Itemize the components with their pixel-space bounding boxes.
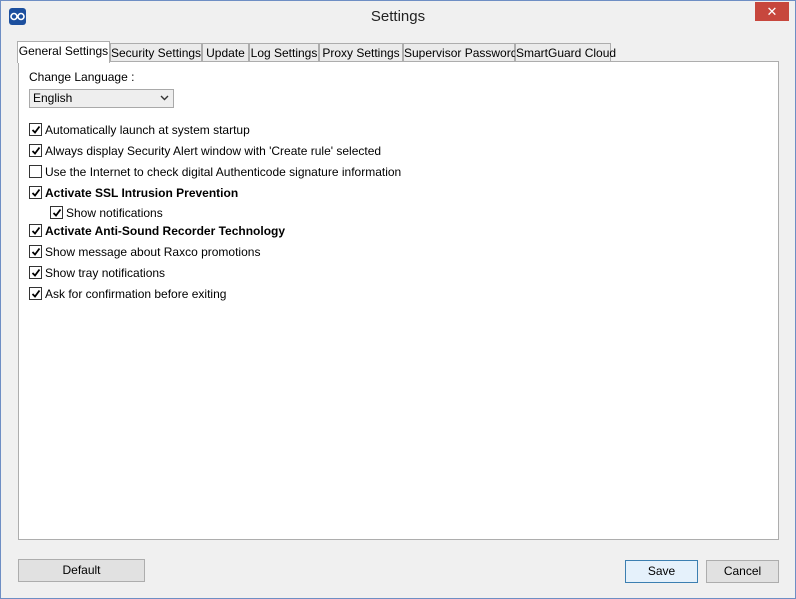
tray-notifications-label: Show tray notifications xyxy=(45,266,166,280)
security-alert-checkbox[interactable] xyxy=(29,144,42,157)
cancel-button[interactable]: Cancel xyxy=(706,560,779,583)
show-notifications-label: Show notifications xyxy=(66,206,163,220)
tab-update[interactable]: Update xyxy=(202,43,249,61)
confirm-exit-label: Ask for confirmation before exiting xyxy=(45,287,227,301)
settings-window: Settings ✕ General Settings Security Set… xyxy=(0,0,796,599)
general-settings-panel: Change Language : English Automatically … xyxy=(18,61,779,540)
anti-sound-recorder-label: Activate Anti-Sound Recorder Technology xyxy=(45,224,286,238)
close-button[interactable]: ✕ xyxy=(755,2,789,21)
chevron-down-icon xyxy=(160,95,169,101)
close-icon: ✕ xyxy=(766,4,778,19)
tray-notifications-checkbox[interactable] xyxy=(29,266,42,279)
default-button[interactable]: Default xyxy=(18,559,145,582)
change-language-label: Change Language : xyxy=(29,70,135,84)
tab-log-settings[interactable]: Log Settings xyxy=(249,43,319,61)
ssl-intrusion-checkbox[interactable] xyxy=(29,186,42,199)
anti-sound-recorder-checkbox[interactable] xyxy=(29,224,42,237)
raxco-promotions-checkbox[interactable] xyxy=(29,245,42,258)
save-button[interactable]: Save xyxy=(625,560,698,583)
tab-security-settings[interactable]: Security Settings xyxy=(110,43,202,61)
title-bar[interactable]: Settings ✕ xyxy=(1,1,795,32)
ssl-intrusion-label: Activate SSL Intrusion Prevention xyxy=(45,186,239,200)
tab-general-settings[interactable]: General Settings xyxy=(17,41,110,63)
security-alert-label: Always display Security Alert window wit… xyxy=(45,144,382,158)
auto-launch-checkbox[interactable] xyxy=(29,123,42,136)
confirm-exit-checkbox[interactable] xyxy=(29,287,42,300)
language-select-value: English xyxy=(33,91,73,105)
authenticode-checkbox[interactable] xyxy=(29,165,42,178)
auto-launch-label: Automatically launch at system startup xyxy=(45,123,250,137)
show-notifications-checkbox[interactable] xyxy=(50,206,63,219)
tab-proxy-settings[interactable]: Proxy Settings xyxy=(319,43,403,61)
tab-smartguard-cloud[interactable]: SmartGuard Cloud xyxy=(515,43,616,61)
tab-supervisor-password[interactable]: Supervisor Password xyxy=(403,43,517,61)
language-select[interactable]: English xyxy=(29,89,174,108)
window-title: Settings xyxy=(370,8,426,25)
authenticode-label: Use the Internet to check digital Authen… xyxy=(45,165,402,179)
raxco-promotions-label: Show message about Raxco promotions xyxy=(45,245,261,259)
